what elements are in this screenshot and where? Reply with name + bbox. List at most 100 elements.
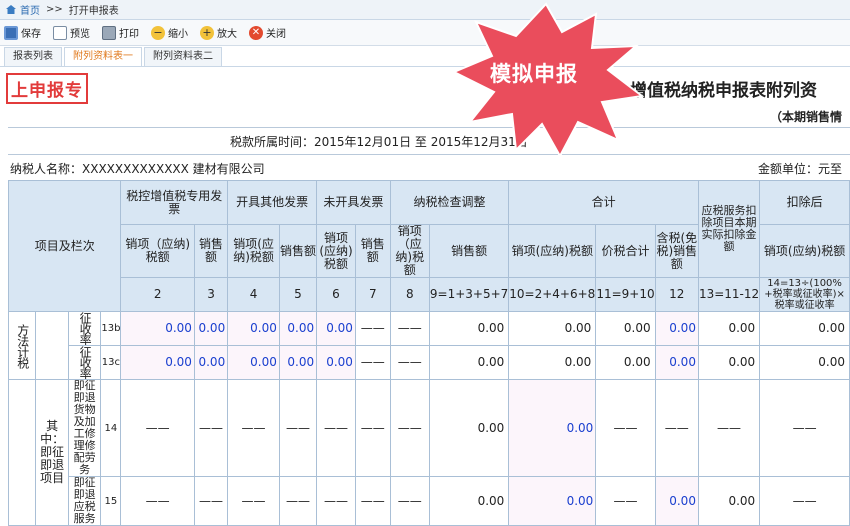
table-row: 即征即退应税服务 15 —— —— —— —— —— —— —— 0.00 0.…: [9, 476, 850, 526]
cell-input[interactable]: 0.00: [120, 311, 195, 346]
header-sales: 销售额: [193, 224, 229, 278]
col-number: 14=13÷(100%+税率或征收率)×税率或征收率: [759, 277, 850, 312]
cell-disabled: ——: [595, 379, 656, 477]
row-number: 13c: [100, 345, 122, 380]
breadcrumb-home-link[interactable]: 首页: [20, 2, 40, 17]
col-number: 12: [654, 277, 699, 312]
cell-readonly: 0.00: [508, 345, 597, 380]
close-button[interactable]: ✕ 关闭: [249, 25, 286, 40]
save-button[interactable]: 保存: [4, 25, 41, 40]
cell-disabled: ——: [316, 379, 356, 477]
cell-input[interactable]: 0.00: [508, 379, 597, 477]
zoom-in-button[interactable]: + 放大: [200, 25, 237, 40]
cell-readonly: 0.00: [428, 476, 510, 526]
cell-disabled: ——: [697, 379, 761, 477]
cell-input[interactable]: 0.00: [227, 345, 280, 380]
close-icon: ✕: [249, 25, 263, 40]
col-number: 10=2+4+6+8: [508, 277, 597, 312]
simulation-badge-label: 模拟申报: [490, 62, 578, 86]
home-icon[interactable]: [6, 5, 16, 14]
zoom-out-icon: −: [151, 25, 165, 40]
page-title: 增值税纳税申报表附列资: [630, 81, 817, 101]
col-number: 4: [227, 277, 280, 312]
tab-attachment-1[interactable]: 附列资料表一: [64, 47, 142, 66]
col-number: 5: [278, 277, 318, 312]
row-number: 13b: [100, 311, 122, 346]
cell-disabled: ——: [227, 476, 280, 526]
col-number: 7: [354, 277, 391, 312]
tab-report-list[interactable]: 报表列表: [4, 47, 62, 66]
col-number: 9=1+3+5+7: [428, 277, 510, 312]
cell-input[interactable]: 0.00: [654, 345, 699, 380]
header-tax: 销项(应纳)税额: [759, 224, 850, 278]
header-item: 项目及栏次: [7, 180, 122, 312]
row-group-label: 其中：即征即退项目: [35, 379, 69, 526]
cell-input[interactable]: 0.00: [654, 476, 699, 526]
cell-input[interactable]: 0.00: [227, 311, 280, 346]
cell-disabled: ——: [759, 379, 850, 477]
cell-input[interactable]: 0.00: [278, 311, 318, 346]
row-group-label: 方法计税: [7, 311, 37, 380]
table-row: 征收率 13c 0.00 0.00 0.00 0.00 0.00 —— —— 0…: [9, 345, 850, 380]
save-icon: [4, 25, 18, 40]
breadcrumb-separator: >>: [46, 4, 63, 15]
cell-input[interactable]: 0.00: [278, 345, 318, 380]
cell-disabled: ——: [654, 379, 699, 477]
cell-disabled: ——: [595, 476, 656, 526]
cell-readonly: 0.00: [697, 311, 761, 346]
cell-disabled: ——: [278, 476, 318, 526]
cell-disabled: ——: [354, 311, 391, 346]
zoom-out-button[interactable]: − 缩小: [151, 25, 188, 40]
cell-readonly: 0.00: [595, 345, 656, 380]
header-tax: 销项(应纳)税额: [508, 224, 597, 278]
cell-input[interactable]: 0.00: [654, 311, 699, 346]
cell-input[interactable]: 0.00: [193, 311, 229, 346]
taxpayer-name: 纳税人名称：XXXXXXXXXXXXX 建材有限公司: [10, 162, 265, 176]
header-tax: 销项（应纳)税额: [120, 224, 195, 278]
row-sub-label: 征收率: [67, 311, 102, 346]
vat-attachment-table: 项目及栏次 税控增值税专用发票 开具其他发票 未开具发票 纳税检查调整 合计 应…: [7, 180, 850, 526]
cell-disabled: ——: [389, 311, 430, 346]
cell-input[interactable]: 0.00: [120, 345, 195, 380]
tab-attachment-2[interactable]: 附列资料表二: [144, 47, 222, 66]
cell-disabled: ——: [354, 476, 391, 526]
cell-readonly: 0.00: [759, 311, 850, 346]
cell-input[interactable]: 0.00: [193, 345, 229, 380]
header-special-invoice: 税控增值税专用发票: [120, 180, 229, 225]
header-no-invoice: 未开具发票: [316, 180, 391, 225]
cell-readonly: 0.00: [595, 311, 656, 346]
cell-disabled: ——: [389, 379, 430, 477]
print-icon: [102, 25, 116, 40]
cell-input[interactable]: 0.00: [316, 345, 356, 380]
declaration-stamp: 上申报专: [6, 73, 88, 104]
amount-unit: 金额单位：元至: [758, 162, 843, 176]
cell-readonly: 0.00: [697, 345, 761, 380]
cell-disabled: ——: [316, 476, 356, 526]
header-tax: 销项(应纳)税额: [316, 224, 356, 278]
header-sales: 销售额: [354, 224, 391, 278]
col-number: 3: [193, 277, 229, 312]
preview-button[interactable]: 预览: [53, 25, 90, 40]
header-total: 合计: [508, 180, 699, 225]
header-sales: 销售额: [278, 224, 318, 278]
zoom-in-icon: +: [200, 25, 214, 40]
row-name: 即征即退应税服务: [67, 476, 102, 526]
header-sales: 销售额: [428, 224, 510, 278]
cell-readonly: 0.00: [759, 345, 850, 380]
cell-input[interactable]: 0.00: [508, 476, 597, 526]
cell-disabled: ——: [193, 379, 229, 477]
breadcrumb: 首页 >> 打开申报表: [0, 0, 850, 20]
toolbar: 保存 预览 打印 − 缩小 + 放大 ✕ 关闭: [0, 20, 850, 46]
cell-disabled: ——: [193, 476, 229, 526]
breadcrumb-current: 打开申报表: [68, 6, 119, 17]
cell-disabled: ——: [120, 476, 195, 526]
cell-disabled: ——: [227, 379, 280, 477]
cell-disabled: ——: [278, 379, 318, 477]
print-button[interactable]: 打印: [102, 25, 139, 40]
col-number: 11=9+10: [595, 277, 656, 312]
cell-readonly: 0.00: [508, 311, 597, 346]
col-number: 8: [389, 277, 430, 312]
cell-input[interactable]: 0.00: [316, 311, 356, 346]
cell-disabled: ——: [120, 379, 195, 477]
cell-readonly: 0.00: [428, 379, 510, 477]
